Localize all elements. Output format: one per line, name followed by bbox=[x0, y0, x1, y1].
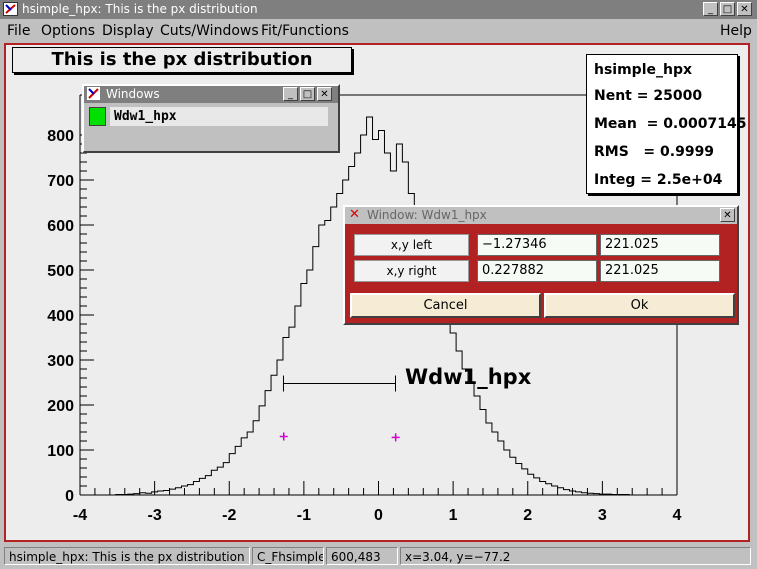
right-y-value: 221.025 bbox=[605, 263, 659, 278]
right-x-value: 0.227882 bbox=[482, 263, 545, 278]
left-label: x,y left bbox=[354, 234, 469, 256]
menu-options[interactable]: Options bbox=[41, 23, 95, 39]
title-bar: hsimple_hpx: This is the px distribution… bbox=[0, 0, 757, 19]
menu-cuts-windows[interactable]: Cuts/Windows bbox=[160, 23, 259, 39]
stats-rms: RMS = 0.9999 bbox=[594, 144, 715, 160]
window-list-item[interactable]: Wdw1_hpx bbox=[110, 107, 328, 126]
stats-nent: Nent = 25000 bbox=[594, 88, 703, 104]
close-icon[interactable]: ✕ bbox=[317, 87, 332, 101]
window-label: Wdw1_hpx bbox=[405, 365, 532, 389]
window-color-swatch[interactable] bbox=[89, 107, 106, 126]
x-tick-label: 0 bbox=[374, 507, 383, 524]
right-label-text: x,y right bbox=[386, 264, 437, 278]
y-tick-label: 500 bbox=[47, 263, 74, 280]
ok-button-label: Ok bbox=[630, 298, 649, 313]
windows-panel-title: Windows bbox=[106, 87, 160, 101]
left-y-input[interactable]: 221.025 bbox=[600, 234, 720, 256]
left-x-input[interactable]: −1.27346 bbox=[477, 234, 597, 256]
x-tick-label: 1 bbox=[449, 507, 458, 524]
status-coords: x=3.04, y=−77.2 bbox=[400, 547, 751, 565]
minimize-icon[interactable]: _ bbox=[703, 2, 718, 16]
windows-panel: Windows _ □ ✕ Wdw1_hpx bbox=[82, 84, 340, 153]
stats-mean: Mean = 0.0007145 bbox=[594, 116, 747, 132]
stats-integ: Integ = 2.5e+04 bbox=[594, 172, 723, 188]
windows-panel-titlebar: Windows _ □ ✕ bbox=[84, 86, 338, 103]
status-canvas: C_Fhsimple bbox=[252, 547, 324, 565]
close-icon[interactable]: ✕ bbox=[720, 208, 735, 222]
cancel-button[interactable]: Cancel bbox=[350, 293, 541, 318]
y-tick-label: 100 bbox=[47, 443, 74, 460]
stats-name: hsimple_hpx bbox=[594, 62, 693, 78]
cancel-button-label: Cancel bbox=[423, 298, 468, 313]
dialog-icon: ✕ bbox=[349, 207, 360, 222]
window-title: hsimple_hpx: This is the px distribution bbox=[22, 2, 258, 16]
window-dialog: ✕ Window: Wdw1_hpx ✕ x,y left −1.27346 2… bbox=[343, 205, 739, 325]
status-pixel: 600,483 bbox=[326, 547, 398, 565]
x-tick-label: -1 bbox=[297, 507, 311, 524]
menu-file[interactable]: File bbox=[7, 23, 30, 39]
ok-button[interactable]: Ok bbox=[544, 293, 735, 318]
minimize-icon[interactable]: _ bbox=[283, 87, 298, 101]
right-label: x,y right bbox=[354, 260, 469, 282]
plot-title: This is the px distribution bbox=[51, 49, 313, 70]
dialog-title: Window: Wdw1_hpx bbox=[367, 208, 487, 222]
maximize-icon[interactable]: □ bbox=[300, 87, 315, 101]
x-tick-label: -3 bbox=[148, 507, 162, 524]
window-list-item-label: Wdw1_hpx bbox=[114, 109, 177, 124]
menu-display[interactable]: Display bbox=[102, 23, 154, 39]
y-tick-label: 800 bbox=[47, 128, 74, 145]
status-bar: hsimple_hpx: This is the px distribution… bbox=[0, 545, 757, 569]
left-label-text: x,y left bbox=[390, 238, 433, 252]
y-tick-label: 300 bbox=[47, 353, 74, 370]
x-tick-label: 4 bbox=[673, 507, 682, 524]
y-tick-label: 0 bbox=[65, 488, 74, 505]
x-tick-label: 2 bbox=[523, 507, 532, 524]
right-x-input[interactable]: 0.227882 bbox=[477, 260, 597, 282]
stats-box: hsimple_hpx Nent = 25000 Mean = 0.000714… bbox=[586, 54, 747, 194]
close-icon[interactable]: ✕ bbox=[737, 2, 752, 16]
menu-help[interactable]: Help bbox=[720, 23, 752, 39]
plot-title-box: This is the px distribution bbox=[12, 47, 352, 73]
y-tick-label: 600 bbox=[47, 218, 74, 235]
y-tick-label: 700 bbox=[47, 173, 74, 190]
app-icon bbox=[87, 87, 100, 100]
x-tick-label: -4 bbox=[73, 507, 87, 524]
left-y-value: 221.025 bbox=[605, 237, 659, 252]
maximize-icon[interactable]: □ bbox=[720, 2, 735, 16]
y-tick-label: 400 bbox=[47, 308, 74, 325]
status-object: hsimple_hpx: This is the px distribution bbox=[4, 547, 250, 565]
x-tick-label: -2 bbox=[222, 507, 236, 524]
left-x-value: −1.27346 bbox=[482, 237, 547, 252]
right-y-input[interactable]: 221.025 bbox=[600, 260, 720, 282]
dialog-titlebar: ✕ Window: Wdw1_hpx ✕ bbox=[345, 207, 737, 224]
menu-fit-functions[interactable]: Fit/Functions bbox=[261, 23, 349, 39]
menu-bar: File Options Display Cuts/Windows Fit/Fu… bbox=[0, 19, 757, 43]
y-tick-label: 200 bbox=[47, 398, 74, 415]
x-tick-label: 3 bbox=[598, 507, 607, 524]
app-icon bbox=[3, 2, 18, 16]
